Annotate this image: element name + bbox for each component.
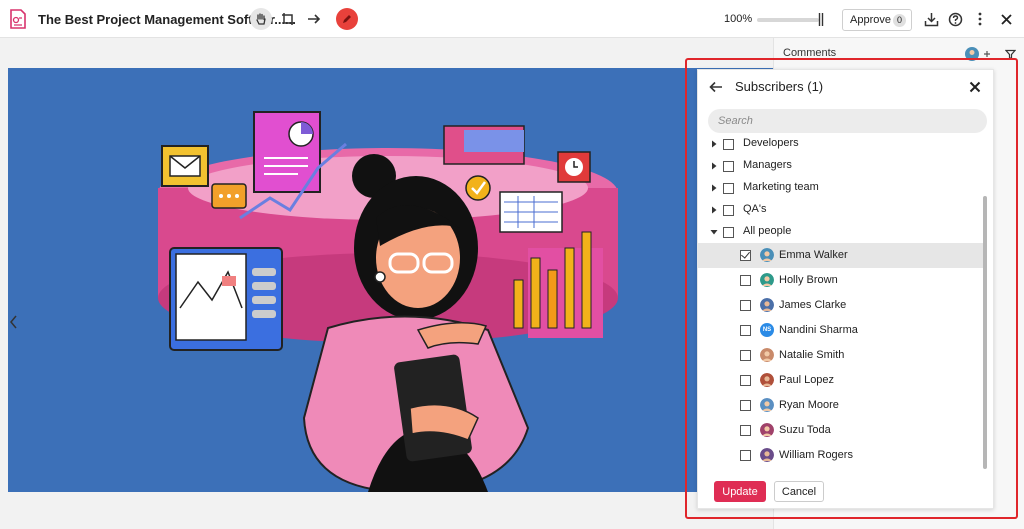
person-name: Ryan Moore xyxy=(779,399,839,411)
person-checkbox[interactable] xyxy=(740,250,751,261)
person-name: Natalie Smith xyxy=(779,349,845,361)
download-button[interactable] xyxy=(922,10,940,28)
subscribers-panel: Subscribers (1) Developers Managers Mark… xyxy=(697,69,994,509)
caret-down-icon[interactable] xyxy=(710,228,718,236)
arrow-tool-button[interactable] xyxy=(303,8,325,30)
avatar xyxy=(760,348,774,362)
person-checkbox[interactable] xyxy=(740,325,751,336)
approve-count-badge: 0 xyxy=(893,14,906,27)
pen-icon xyxy=(343,15,351,23)
list-scrollbar[interactable] xyxy=(983,196,987,469)
crop-icon xyxy=(282,13,294,25)
group-label: Developers xyxy=(743,137,799,149)
zoom-level: 100% xyxy=(724,13,753,25)
person-name: Nandini Sharma xyxy=(779,324,858,336)
panel-header: Subscribers (1) xyxy=(698,70,993,104)
person-checkbox[interactable] xyxy=(740,375,751,386)
add-subscriber-icon[interactable] xyxy=(983,50,991,58)
approve-label: Approve xyxy=(850,14,891,26)
caret-right-icon[interactable] xyxy=(710,162,718,170)
panel-title: Subscribers (1) xyxy=(735,79,824,94)
person-checkbox[interactable] xyxy=(740,300,751,311)
more-vertical-icon xyxy=(978,12,982,26)
close-icon xyxy=(1000,13,1012,25)
caret-right-icon[interactable] xyxy=(710,140,718,148)
person-name: Suzu Toda xyxy=(779,424,831,436)
person-name: William Rogers xyxy=(779,449,853,461)
avatar xyxy=(760,448,774,462)
caret-right-icon[interactable] xyxy=(710,184,718,192)
group-label: QA's xyxy=(743,203,767,215)
person-row[interactable]: Ryan Moore xyxy=(698,393,983,418)
group-label: Marketing team xyxy=(743,181,819,193)
person-name: Paul Lopez xyxy=(779,374,835,386)
person-row[interactable]: William Rogers xyxy=(698,443,983,468)
avatar xyxy=(760,398,774,412)
person-checkbox[interactable] xyxy=(740,450,751,461)
person-name: Holly Brown xyxy=(779,274,838,286)
person-name: Emma Walker xyxy=(779,249,848,261)
illustration-graphic xyxy=(158,111,618,492)
group-label: Managers xyxy=(743,159,792,171)
group-checkbox[interactable] xyxy=(723,139,734,150)
person-checkbox[interactable] xyxy=(740,400,751,411)
help-button[interactable] xyxy=(946,10,964,28)
avatar: NS xyxy=(760,323,774,337)
person-checkbox[interactable] xyxy=(740,275,751,286)
person-row[interactable]: Suzu Toda xyxy=(698,418,983,443)
person-row[interactable]: Paul Lopez xyxy=(698,368,983,393)
close-document-button[interactable] xyxy=(997,10,1015,28)
avatar xyxy=(760,298,774,312)
illustration-image xyxy=(8,68,773,492)
approve-button[interactable]: Approve 0 xyxy=(842,9,912,31)
zoom-slider-handle[interactable] xyxy=(818,13,824,26)
back-arrow-icon[interactable] xyxy=(709,80,723,94)
arrow-right-icon xyxy=(308,14,321,24)
document-icon xyxy=(10,9,26,29)
subscriber-list: Developers Managers Marketing team QA's … xyxy=(698,132,983,469)
group-checkbox[interactable] xyxy=(723,227,734,238)
previous-page-arrow-icon[interactable] xyxy=(8,314,20,330)
group-checkbox[interactable] xyxy=(723,161,734,172)
help-icon xyxy=(948,12,962,26)
top-toolbar: The Best Project Management Softwar.....… xyxy=(0,0,1024,38)
document-canvas xyxy=(0,38,773,529)
person-row[interactable]: James Clarke xyxy=(698,293,983,318)
crop-tool-button[interactable] xyxy=(277,8,299,30)
more-options-button[interactable] xyxy=(971,10,989,28)
zoom-slider-track[interactable] xyxy=(757,18,819,22)
search-input[interactable] xyxy=(708,109,987,133)
close-panel-icon[interactable] xyxy=(969,81,981,93)
avatar xyxy=(760,248,774,262)
hand-tool-button[interactable] xyxy=(250,8,272,30)
caret-right-icon[interactable] xyxy=(710,206,718,214)
cancel-button[interactable]: Cancel xyxy=(774,481,824,502)
person-row[interactable]: NS Nandini Sharma xyxy=(698,318,983,343)
avatar xyxy=(760,373,774,387)
avatar xyxy=(760,273,774,287)
group-checkbox[interactable] xyxy=(723,205,734,216)
avatar xyxy=(760,423,774,437)
pen-tool-button[interactable] xyxy=(336,8,358,30)
person-row[interactable]: Holly Brown xyxy=(698,268,983,293)
update-button[interactable]: Update xyxy=(714,481,766,502)
person-checkbox[interactable] xyxy=(740,425,751,436)
person-row[interactable]: Emma Walker xyxy=(698,243,983,268)
person-row[interactable]: Natalie Smith xyxy=(698,343,983,368)
hand-icon xyxy=(256,13,266,25)
download-icon xyxy=(924,12,938,26)
person-checkbox[interactable] xyxy=(740,350,751,361)
group-checkbox[interactable] xyxy=(723,183,734,194)
person-name: James Clarke xyxy=(779,299,847,311)
group-label: All people xyxy=(743,225,792,237)
group-row-all-people[interactable]: All people xyxy=(698,220,983,245)
